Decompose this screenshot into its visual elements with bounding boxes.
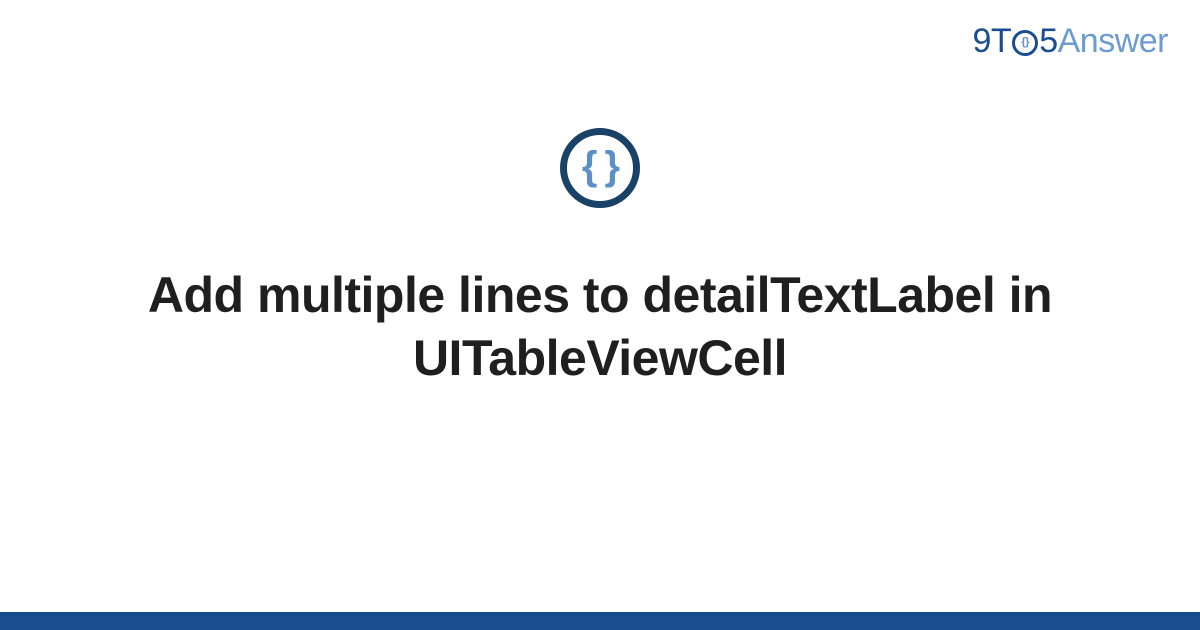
logo-text-5: 5 [1039, 22, 1057, 61]
page-title: Add multiple lines to detailTextLabel in… [100, 264, 1100, 389]
logo-o-circle: {} [1012, 30, 1038, 56]
code-braces-icon: { } [582, 146, 618, 186]
logo-text-9t: 9T [973, 22, 1012, 61]
logo-text-answer: Answer [1058, 22, 1168, 61]
site-logo: 9T {} 5 Answer [973, 22, 1168, 61]
category-icon-circle: { } [560, 128, 640, 208]
logo-o-inner-braces: {} [1021, 37, 1029, 48]
bottom-accent-bar [0, 612, 1200, 630]
main-content: { } Add multiple lines to detailTextLabe… [0, 128, 1200, 389]
